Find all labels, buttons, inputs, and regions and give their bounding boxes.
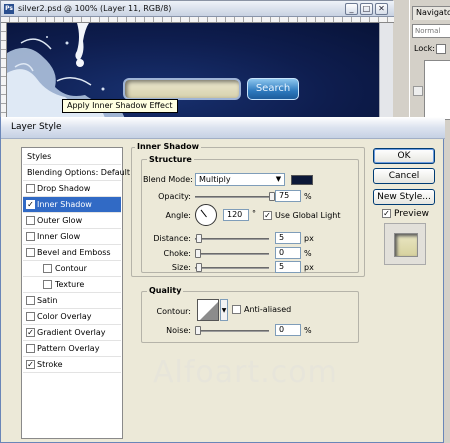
photoshop-icon: Ps (4, 4, 14, 14)
list-item-drop-shadow[interactable]: Drop Shadow (23, 181, 121, 197)
style-preview-thumbnail (384, 223, 426, 265)
noise-label: Noise: (166, 326, 191, 335)
angle-dial[interactable] (195, 204, 217, 226)
list-item-inner-shadow[interactable]: ✓ Inner Shadow (23, 197, 121, 213)
shadow-color-swatch[interactable] (291, 175, 313, 185)
layer-style-dialog: Layer Style Styles Blending Options: Def… (0, 117, 445, 443)
gradient-overlay-checkbox[interactable]: ✓ (26, 328, 35, 337)
size-slider-track[interactable] (195, 267, 269, 269)
size-slider-thumb[interactable] (196, 263, 202, 272)
anti-aliased-checkbox[interactable] (232, 305, 241, 314)
structure-heading: Structure (147, 155, 194, 164)
navigator-panel: Navigator Normal Lock: (409, 0, 450, 122)
blend-mode-label: Blend Mode: (143, 175, 193, 184)
anti-aliased-label: Anti-aliased (244, 305, 292, 314)
preview-checkbox[interactable]: ✓ (382, 209, 391, 218)
satin-checkbox[interactable] (26, 296, 35, 305)
maximize-button[interactable]: □ (360, 3, 373, 15)
pattern-overlay-checkbox[interactable] (26, 344, 35, 353)
opacity-unit: % (304, 192, 312, 201)
inner-shadow-checkbox[interactable]: ✓ (26, 200, 35, 209)
list-item-inner-glow[interactable]: Inner Glow (23, 229, 121, 245)
document-title: silver2.psd @ 100% (Layer 11, RGB/8) (18, 4, 172, 13)
size-unit: px (304, 263, 314, 272)
angle-input[interactable]: 120 (223, 209, 249, 221)
list-item-styles[interactable]: Styles (23, 149, 121, 165)
choke-unit: % (304, 249, 312, 258)
distance-input[interactable]: 5 (275, 232, 301, 244)
styles-list: Styles Blending Options: Default Drop Sh… (21, 147, 130, 439)
quality-group (141, 291, 359, 343)
choke-slider-thumb[interactable] (195, 249, 201, 258)
inner-glow-checkbox[interactable] (26, 232, 35, 241)
close-button[interactable]: ✕ (375, 3, 388, 15)
list-item-blending-options[interactable]: Blending Options: Default (23, 165, 130, 181)
minimize-button[interactable]: _ (345, 3, 358, 15)
dialog-title: Layer Style (11, 122, 62, 132)
list-item-color-overlay[interactable]: Color Overlay (23, 309, 121, 325)
noise-unit: % (304, 326, 312, 335)
navigator-preview[interactable] (424, 60, 450, 120)
visibility-eye-icon[interactable] (413, 86, 423, 96)
choke-slider-track[interactable] (195, 253, 269, 255)
distance-unit: px (304, 234, 314, 243)
angle-label: Angle: (165, 211, 191, 220)
noise-slider-track[interactable] (195, 330, 269, 332)
tab-navigator[interactable]: Navigator (412, 6, 450, 20)
blend-mode-select[interactable]: Multiply ▼ (195, 173, 285, 186)
noise-slider-thumb[interactable] (195, 326, 201, 335)
tooltip: Apply Inner Shadow Effect (62, 99, 178, 113)
cancel-button[interactable]: Cancel (373, 168, 435, 184)
ok-button[interactable]: OK (373, 148, 435, 164)
layer-blend-select[interactable]: Normal (412, 24, 450, 38)
search-field[interactable] (123, 78, 241, 100)
size-input[interactable]: 5 (275, 261, 301, 273)
color-overlay-checkbox[interactable] (26, 312, 35, 321)
list-item-pattern-overlay[interactable]: Pattern Overlay (23, 341, 121, 357)
choke-input[interactable]: 0 (275, 247, 301, 259)
document-titlebar[interactable]: Ps silver2.psd @ 100% (Layer 11, RGB/8) … (1, 1, 394, 17)
preview-label: Preview (394, 209, 430, 219)
contour-dropdown-arrow[interactable]: ▼ (220, 299, 228, 321)
lock-label: Lock: (414, 44, 435, 53)
list-item-bevel-emboss[interactable]: Bevel and Emboss (23, 245, 121, 261)
use-global-light-checkbox[interactable]: ✓ (263, 211, 272, 220)
lock-transparency-icon[interactable] (436, 44, 446, 54)
distance-slider-track[interactable] (195, 238, 269, 240)
linear-contour-icon (200, 302, 218, 320)
list-item-outer-glow[interactable]: Outer Glow (23, 213, 121, 229)
contour-picker[interactable] (197, 299, 219, 321)
list-item-texture[interactable]: Texture (23, 277, 121, 293)
contour-label: Contour: (156, 307, 192, 316)
opacity-input[interactable]: 75 (275, 190, 301, 202)
texture-checkbox[interactable] (43, 280, 52, 289)
dialog-titlebar[interactable]: Layer Style (1, 117, 445, 139)
drop-shadow-checkbox[interactable] (26, 184, 35, 193)
vertical-scrollbar[interactable] (379, 23, 393, 123)
distance-slider-thumb[interactable] (196, 234, 202, 243)
list-item-stroke[interactable]: ✓ Stroke (23, 357, 121, 373)
choke-label: Choke: (163, 249, 191, 258)
bevel-emboss-checkbox[interactable] (26, 248, 35, 257)
contour-checkbox[interactable] (43, 264, 52, 273)
watermark: Alfoart.com (153, 355, 338, 390)
list-item-contour[interactable]: Contour (23, 261, 121, 277)
angle-unit: ° (252, 209, 256, 218)
stroke-checkbox[interactable]: ✓ (26, 360, 35, 369)
chevron-down-icon: ▼ (275, 175, 282, 183)
outer-glow-checkbox[interactable] (26, 216, 35, 225)
distance-label: Distance: (153, 234, 191, 243)
noise-input[interactable]: 0 (275, 324, 301, 336)
opacity-label: Opacity: (158, 192, 191, 201)
list-item-satin[interactable]: Satin (23, 293, 121, 309)
inner-shadow-heading: Inner Shadow (135, 142, 201, 151)
quality-heading: Quality (147, 286, 184, 295)
list-item-gradient-overlay[interactable]: ✓ Gradient Overlay (23, 325, 121, 341)
opacity-slider-track[interactable] (195, 196, 269, 198)
size-label: Size: (171, 263, 191, 272)
use-global-light-label: Use Global Light (275, 211, 341, 220)
document-window: Ps silver2.psd @ 100% (Layer 11, RGB/8) … (0, 0, 394, 123)
new-style-button[interactable]: New Style... (373, 189, 435, 205)
search-button[interactable]: Search (247, 78, 299, 100)
